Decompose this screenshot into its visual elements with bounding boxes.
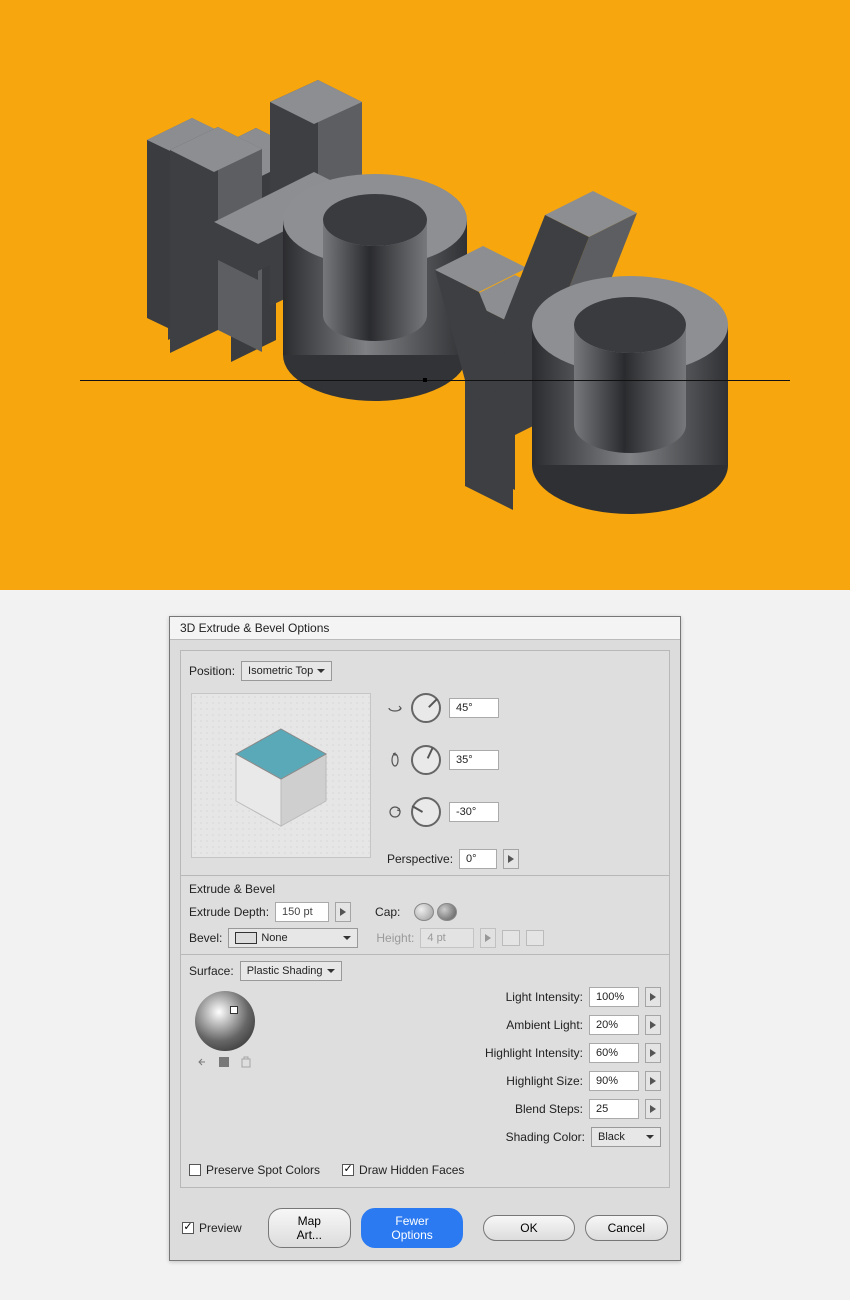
surface-value: Plastic Shading bbox=[247, 965, 323, 977]
map-art-button[interactable]: Map Art... bbox=[268, 1208, 351, 1248]
position-label: Position: bbox=[189, 664, 235, 678]
cap-off-button[interactable] bbox=[437, 903, 457, 921]
perspective-label: Perspective: bbox=[387, 852, 453, 866]
bevel-label: Bevel: bbox=[189, 931, 222, 945]
extrude-depth-label: Extrude Depth: bbox=[189, 905, 269, 919]
rotate-z-dial[interactable] bbox=[411, 797, 441, 827]
highlight-intensity-label: Highlight Intensity: bbox=[473, 1046, 583, 1060]
rotate-x-dial[interactable] bbox=[411, 693, 441, 723]
ambient-light-input[interactable]: 20% bbox=[589, 1015, 639, 1035]
shading-color-label: Shading Color: bbox=[475, 1130, 585, 1144]
orientation-cube-preview[interactable] bbox=[191, 693, 371, 858]
dialog-title: 3D Extrude & Bevel Options bbox=[170, 617, 680, 640]
blend-steps-value: 25 bbox=[596, 1103, 608, 1115]
rotate-z-input[interactable]: -30° bbox=[449, 802, 499, 822]
perspective-stepper[interactable] bbox=[503, 849, 519, 869]
rotate-y-icon bbox=[387, 752, 403, 768]
bevel-height-input: 4 pt bbox=[420, 928, 474, 948]
rotate-x-value: 45° bbox=[456, 702, 473, 714]
light-handle[interactable] bbox=[230, 1006, 238, 1014]
canvas-artboard bbox=[0, 0, 850, 590]
light-intensity-label: Light Intensity: bbox=[473, 990, 583, 1004]
blend-steps-stepper[interactable] bbox=[645, 1099, 661, 1119]
rotate-y-value: 35° bbox=[456, 754, 473, 766]
ambient-light-label: Ambient Light: bbox=[473, 1018, 583, 1032]
dialog-footer: Preview Map Art... Fewer Options OK Canc… bbox=[170, 1198, 680, 1260]
cap-label: Cap: bbox=[375, 905, 400, 919]
rotate-y-input[interactable]: 35° bbox=[449, 750, 499, 770]
rotate-z-value: -30° bbox=[456, 806, 476, 818]
highlight-size-stepper[interactable] bbox=[645, 1071, 661, 1091]
shading-color-select[interactable]: Black bbox=[591, 1127, 661, 1147]
horizontal-guide bbox=[80, 380, 790, 381]
shading-color-value: Black bbox=[598, 1131, 625, 1143]
position-section: Position: Isometric Top 45° bbox=[180, 650, 670, 1188]
highlight-size-input[interactable]: 90% bbox=[589, 1071, 639, 1091]
blend-steps-label: Blend Steps: bbox=[473, 1102, 583, 1116]
extrude-depth-stepper[interactable] bbox=[335, 902, 351, 922]
surface-label: Surface: bbox=[189, 964, 234, 978]
bevel-height-value: 4 pt bbox=[427, 932, 445, 944]
highlight-size-label: Highlight Size: bbox=[473, 1074, 583, 1088]
extrude-depth-input[interactable]: 150 pt bbox=[275, 902, 329, 922]
rotate-z-icon bbox=[387, 804, 403, 820]
position-select[interactable]: Isometric Top bbox=[241, 661, 332, 681]
guide-anchor-point bbox=[423, 378, 427, 382]
blend-steps-input[interactable]: 25 bbox=[589, 1099, 639, 1119]
bevel-extent-in-icon bbox=[502, 930, 520, 946]
move-light-back-icon[interactable] bbox=[195, 1055, 209, 1069]
light-intensity-value: 100% bbox=[596, 991, 624, 1003]
draw-hidden-checkbox[interactable]: Draw Hidden Faces bbox=[342, 1163, 464, 1177]
bevel-height-label: Height: bbox=[376, 931, 414, 945]
ambient-light-stepper[interactable] bbox=[645, 1015, 661, 1035]
extrude-bevel-dialog: 3D Extrude & Bevel Options Position: Iso… bbox=[169, 616, 681, 1261]
highlight-intensity-value: 60% bbox=[596, 1047, 618, 1059]
highlight-intensity-input[interactable]: 60% bbox=[589, 1043, 639, 1063]
bevel-value: None bbox=[261, 932, 287, 944]
delete-light-icon[interactable] bbox=[239, 1055, 253, 1069]
preserve-spot-checkbox[interactable]: Preserve Spot Colors bbox=[189, 1163, 320, 1177]
ok-button[interactable]: OK bbox=[483, 1215, 574, 1241]
hoyo-3d-artwork bbox=[90, 60, 790, 560]
extrude-section-label: Extrude & Bevel bbox=[189, 882, 661, 896]
light-intensity-input[interactable]: 100% bbox=[589, 987, 639, 1007]
light-sphere-preview[interactable] bbox=[195, 991, 255, 1051]
bevel-swatch bbox=[235, 932, 257, 944]
extrude-depth-value: 150 pt bbox=[282, 906, 313, 918]
perspective-input[interactable]: 0° bbox=[459, 849, 497, 869]
position-value: Isometric Top bbox=[248, 665, 313, 677]
light-intensity-stepper[interactable] bbox=[645, 987, 661, 1007]
bevel-extent-out-icon bbox=[526, 930, 544, 946]
highlight-intensity-stepper[interactable] bbox=[645, 1043, 661, 1063]
preview-checkbox[interactable]: Preview bbox=[182, 1221, 242, 1235]
surface-select[interactable]: Plastic Shading bbox=[240, 961, 342, 981]
preserve-spot-label: Preserve Spot Colors bbox=[206, 1163, 320, 1177]
checkbox-icon bbox=[342, 1164, 354, 1176]
bevel-select[interactable]: None bbox=[228, 928, 358, 948]
highlight-size-value: 90% bbox=[596, 1075, 618, 1087]
bevel-height-stepper bbox=[480, 928, 496, 948]
preview-label: Preview bbox=[199, 1221, 242, 1235]
cancel-button[interactable]: Cancel bbox=[585, 1215, 668, 1241]
checkbox-icon bbox=[189, 1164, 201, 1176]
checkbox-icon bbox=[182, 1222, 194, 1234]
new-light-icon[interactable] bbox=[217, 1055, 231, 1069]
rotate-x-input[interactable]: 45° bbox=[449, 698, 499, 718]
rotate-x-icon bbox=[387, 700, 403, 716]
perspective-value: 0° bbox=[466, 853, 477, 865]
rotate-y-dial[interactable] bbox=[411, 745, 441, 775]
ambient-light-value: 20% bbox=[596, 1019, 618, 1031]
cap-on-button[interactable] bbox=[414, 903, 434, 921]
draw-hidden-label: Draw Hidden Faces bbox=[359, 1163, 464, 1177]
fewer-options-button[interactable]: Fewer Options bbox=[361, 1208, 463, 1248]
